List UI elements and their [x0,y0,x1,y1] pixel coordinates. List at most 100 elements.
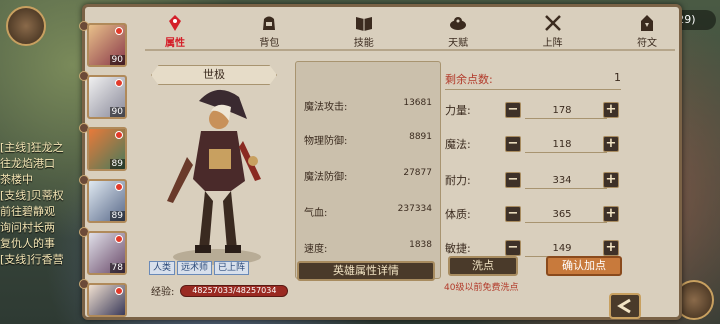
tab-label: 符文 [636,38,657,49]
free-reset-note: 40级以前免费洗点 [444,283,519,293]
notification-badge [115,235,123,243]
stat-row: 魔法攻击: 13681 [304,98,432,114]
attr-label: 体质: [445,208,471,221]
tab-runes[interactable]: 符文 [617,9,677,49]
backpack-icon [263,16,276,30]
stat-label: 气血: [304,208,328,219]
hero-detail-button[interactable]: 英雄属性详情 [297,261,435,281]
tab-skills[interactable]: 技能 [334,9,394,49]
attr-value: 149 [552,242,572,254]
back-arrow-icon[interactable] [608,292,642,320]
remaining-label: 剩余点数: [445,73,493,86]
hero-card[interactable]: 89 [87,179,127,223]
divider [445,89,621,90]
attr-row-agility: 敏捷: − 149 + [445,239,681,257]
attr-label: 敏捷: [445,242,471,255]
attr-row-magic: 魔法: − 118 + [445,135,681,153]
stat-row: 魔法防御: 27877 [304,168,432,184]
tab-divider [145,49,675,51]
remaining-value: 1 [614,71,621,84]
quest-line: 茶楼中 [0,173,33,186]
stat-row: 速度: 1838 [304,240,432,256]
tab-label: 天赋 [448,38,469,49]
attr-underline [525,222,607,223]
hero-tag: 已上阵 [214,261,250,275]
stat-value: 27877 [403,168,432,178]
increase-button[interactable]: + [603,172,619,188]
attr-underline [525,152,607,153]
exp-label: 经验: [151,287,175,298]
tab-backpack[interactable]: 背包 [239,9,299,49]
stat-label: 魔法攻击: [304,102,348,113]
hero-figure [167,89,261,265]
quest-line: 询问村长两 [0,221,55,234]
increase-button[interactable]: + [603,102,619,118]
stat-row: 物理防御: 8891 [304,132,432,148]
attribute-icon [169,15,181,31]
exp-bar: 48257033/48257034 [180,284,289,297]
attr-row-strength: 力量: − 178 + [445,101,681,119]
experience: 经验: 48257033/48257034 [151,283,289,298]
attr-label: 耐力: [445,174,471,187]
attr-row-constitution: 体质: − 365 + [445,205,681,223]
tab-attributes[interactable]: 属性 [145,9,205,49]
decrease-button[interactable]: − [505,102,521,118]
notification-badge [115,131,123,139]
remaining-points: 剩余点数: 1 [445,71,621,87]
tab-label: 上阵 [542,38,563,49]
increase-button[interactable]: + [603,206,619,222]
increase-button[interactable]: + [603,240,619,256]
quest-line: 往龙焰港口 [0,157,55,170]
tab-bar: 属性 背包 技能 天赋 上阵 符文 [141,9,681,49]
stats-box: 魔法攻击: 13681 物理防御: 8891 魔法防御: 27877 气血: 2… [295,61,441,279]
stat-value: 1838 [409,240,432,250]
attr-label: 力量: [445,104,471,117]
notification-badge [115,287,123,295]
attr-value: 178 [552,104,572,116]
reset-points-button[interactable]: 洗点 [448,256,518,276]
attr-label: 魔法: [445,138,471,151]
stat-row: 气血: 237334 [304,204,432,220]
hero-tags: 人类 远术师 已上阵 [149,261,250,275]
stat-label: 速度: [304,244,328,255]
hero-card[interactable]: 78 [87,231,127,275]
decrease-button[interactable]: − [505,206,521,222]
tab-label: 技能 [353,38,374,49]
stat-value: 237334 [397,204,432,214]
hero-card[interactable]: 89 [87,127,127,171]
attr-underline [525,118,607,119]
notification-badge [115,183,123,191]
confirm-points-button[interactable]: 确认加点 [546,256,622,276]
increase-button[interactable]: + [603,136,619,152]
hero-level: 90 [109,55,125,65]
attribute-points: 剩余点数: 1 力量: − 178 + 魔法: − 118 + 耐力: − 33… [445,61,681,281]
tab-deploy[interactable]: 上阵 [523,9,583,49]
hero-card[interactable]: 90 [87,75,127,119]
hero-card[interactable]: 90 [87,23,127,67]
hero-level: 90 [109,107,125,117]
notification-badge [115,27,123,35]
tab-talent[interactable]: 天赋 [428,9,488,49]
stat-label: 物理防御: [304,136,348,147]
hero-list: 90 90 89 89 78 [79,15,131,321]
decrease-button[interactable]: − [505,136,521,152]
attr-value: 118 [552,138,572,150]
crossed-swords-icon [544,15,561,31]
decrease-button[interactable]: − [505,240,521,256]
player-avatar[interactable] [6,6,46,46]
hero-level: 78 [109,263,125,273]
attr-value: 334 [552,174,572,186]
skill-book-icon [355,17,372,31]
hero-tag: 人类 [149,261,176,275]
attr-value: 365 [552,208,572,220]
quest-line: 复仇人的事 [0,237,55,250]
talent-icon [450,17,467,30]
quest-line: [支线]行香营 [0,253,64,266]
hero-card[interactable] [87,283,127,317]
attr-row-endurance: 耐力: − 334 + [445,171,681,189]
hero-level: 89 [109,159,125,169]
decrease-button[interactable]: − [505,172,521,188]
quest-line: [主线]狂龙之 [0,141,64,154]
quest-line: 前往碧静观 [0,205,55,218]
quest-log[interactable]: [主线]狂龙之 往龙焰港口 茶楼中 [支线]贝蒂权 前往碧静观 询问村长两 复仇… [0,140,80,268]
